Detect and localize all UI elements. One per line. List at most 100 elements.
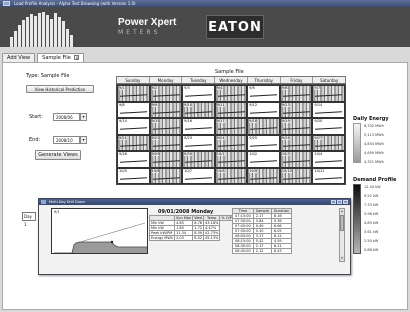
- view-historical-button[interactable]: View Historical Prediction: [26, 85, 94, 93]
- stats-cell: 8.76: [192, 220, 205, 226]
- calendar-day-cell[interactable]: 9/18: [247, 118, 280, 135]
- day-trend-line: [185, 143, 212, 147]
- left-panel: Type: Sample File: [26, 73, 106, 79]
- start-dropdown-icon[interactable]: ▾: [80, 113, 87, 121]
- product-brand: Power Xpert METERS: [118, 17, 176, 36]
- calendar-day-cell[interactable]: 9/7: [312, 85, 345, 102]
- calendar-day-cell[interactable]: 10/1: [214, 151, 248, 168]
- calendar-day-label: 10/11: [314, 168, 325, 173]
- calendar-day-cell[interactable]: 9/6: [279, 85, 313, 102]
- daily-profile-chart: 9/1: [51, 208, 148, 254]
- calendar-day-cell[interactable]: 9/21: [117, 134, 150, 151]
- day-trend-line: [250, 127, 277, 130]
- calendar-day-label: 9/3: [184, 86, 190, 90]
- calendar-day-cell[interactable]: 9/16: [182, 118, 215, 135]
- stats-header-cell: Sun Mon: [174, 215, 194, 221]
- calendar-day-cell[interactable]: 10/4: [312, 151, 345, 168]
- calendar-day-cell[interactable]: 10/5: [117, 167, 150, 184]
- dialog-titlebar[interactable]: Multi-Day Drill Down: [39, 199, 350, 205]
- calendar-day-cell[interactable]: 9/29: [149, 151, 183, 168]
- calendar-day-cell[interactable]: 10/9: [247, 167, 280, 184]
- end-date-field[interactable]: 2008/10: [53, 136, 80, 144]
- calendar-day-cell[interactable]: 9/3: [182, 85, 215, 102]
- maximize-icon[interactable]: [337, 200, 342, 204]
- calendar-day-cell[interactable]: 9/14: [312, 101, 345, 118]
- calendar-day-cell[interactable]: 10/8: [214, 167, 248, 184]
- calendar-day-cell[interactable]: 9/23: [182, 134, 215, 151]
- trend-line: [79, 222, 146, 243]
- calendar-day-cell[interactable]: 9/8: [117, 101, 150, 118]
- company-logo: EATON: [206, 15, 264, 39]
- start-date-field[interactable]: 2008/06: [53, 113, 80, 121]
- scroll-up-icon[interactable]: ▴: [340, 209, 344, 214]
- minimize-icon[interactable]: [331, 200, 336, 204]
- close-icon[interactable]: [343, 200, 348, 204]
- interval-cell: 07:50:00: [232, 228, 254, 234]
- calendar-day-cell[interactable]: 10/3: [279, 151, 313, 168]
- calendar-header: Sunday Monday Tuesday Wednesday Thursday Frid…: [116, 76, 346, 84]
- scroll-thumb[interactable]: [340, 215, 344, 231]
- calendar-day-cell[interactable]: 9/10: [182, 101, 215, 118]
- calendar-day-cell[interactable]: 9/12: [247, 101, 280, 118]
- scroll-down-icon[interactable]: ▾: [340, 256, 344, 261]
- day-trend-line: [119, 143, 147, 147]
- profile-area: [54, 242, 147, 253]
- energy-tick-label: 5,113 MWh: [364, 133, 384, 137]
- calendar-day-cell[interactable]: 9/24: [214, 134, 248, 151]
- calendar-day-cell[interactable]: 9/4: [214, 85, 248, 102]
- generate-views-button[interactable]: Generate Views: [35, 150, 81, 160]
- day-trend-line: [152, 160, 180, 163]
- calendar-day-cell[interactable]: 10/11: [312, 167, 345, 184]
- calendar-day-cell[interactable]: 9/26: [279, 134, 313, 151]
- calendar-day-label: 9/2: [151, 86, 158, 90]
- calendar-day-cell[interactable]: 9/28: [117, 151, 150, 168]
- calendar-day-label: 10/4: [314, 152, 323, 156]
- calendar-day-cell[interactable]: 9/11: [214, 101, 248, 118]
- interval-table: Time Sample Duration 07:15:00 2.17 6.16 07:30:…: [232, 208, 293, 254]
- calendar-day-cell[interactable]: 9/22: [149, 134, 183, 151]
- calendar-day-cell[interactable]: 9/14: [117, 118, 150, 135]
- calendar-day-cell[interactable]: 9/30: [182, 151, 215, 168]
- demand-tick-label: 12.34 kW: [364, 185, 381, 189]
- end-dropdown-icon[interactable]: ▾: [80, 136, 87, 144]
- window-title: Load Profile Analysis - Alpha Test Brows…: [14, 1, 136, 6]
- stats-table: Sun Mon Wed Temp% O/P Min kW 4.85 8.76 43.18% M…: [148, 215, 234, 241]
- calendar-day-cell[interactable]: 9/5: [247, 85, 280, 102]
- calendar-day-cell[interactable]: 10/7: [182, 167, 215, 184]
- days-combobox[interactable]: Day 1: [22, 212, 36, 227]
- calendar-day-cell[interactable]: 9/13: [279, 101, 313, 118]
- window-titlebar[interactable]: Load Profile Analysis - Alpha Test Brows…: [0, 0, 410, 7]
- calendar-view: Sunday Monday Tuesday Wednesday Thursday Frid…: [116, 76, 346, 186]
- day-trend-line: [315, 110, 343, 114]
- calendar-day-label: 9/22: [151, 135, 160, 140]
- tab-sample-file[interactable]: Sample File x: [37, 53, 85, 62]
- calendar-day-cell[interactable]: 9/27: [312, 134, 345, 151]
- calendar-day-cell[interactable]: 10/6: [149, 167, 183, 184]
- weekday-header: Monday: [150, 77, 183, 83]
- calendar-day-label: 9/6: [281, 86, 288, 90]
- demand-legend-scale: 12.34 kW 9.52 kW 7.33 kW 5.96 kW 4.89 kW 3.61…: [353, 184, 381, 254]
- weekday-header: Tuesday: [182, 77, 216, 83]
- day-trend-line: [119, 160, 147, 163]
- day-trend-line: [282, 94, 310, 97]
- interval-scrollbar[interactable]: ▴ ▾: [339, 208, 345, 262]
- calendar-day-cell[interactable]: 10/10: [279, 167, 313, 184]
- calendar-day-cell[interactable]: 9/9: [149, 101, 183, 118]
- calendar-day-cell[interactable]: 9/25: [247, 134, 280, 151]
- calendar-day-cell[interactable]: 9/2: [149, 85, 183, 102]
- calendar-day-cell[interactable]: 9/20: [312, 118, 345, 135]
- demand-tick-label: 4.89 kW: [364, 221, 379, 225]
- calendar-day-cell[interactable]: 9/17: [214, 118, 248, 135]
- calendar-day-label: 9/15: [151, 119, 160, 123]
- calendar-day-cell[interactable]: 9/15: [149, 118, 183, 135]
- interval-cell: 08:15:00: [232, 238, 254, 244]
- day-trend-line: [315, 127, 343, 130]
- calendar-day-cell[interactable]: 10/2: [247, 151, 280, 168]
- close-tab-icon[interactable]: x: [74, 55, 80, 60]
- calendar-day-cell[interactable]: 9/19: [279, 118, 313, 135]
- energy-tick-label: 4,659 MWh: [364, 151, 384, 155]
- calendar-day-cell[interactable]: 9/1: [117, 85, 150, 102]
- tab-add-view[interactable]: Add View: [2, 53, 36, 62]
- day-trend-line: [217, 176, 245, 180]
- interval-row[interactable]: 08:45:00 2.12 6.43: [232, 248, 293, 254]
